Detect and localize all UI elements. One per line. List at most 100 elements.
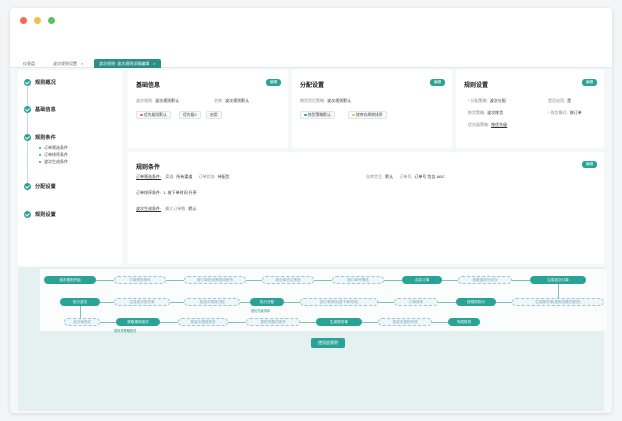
check-icon <box>24 211 31 218</box>
flow-node[interactable]: 完成拣货 <box>448 318 480 326</box>
tag-chip: 优先级别默认 <box>136 111 171 119</box>
flow-node[interactable]: 波次规则开始 <box>44 276 96 284</box>
picking-strategy-field: 拣货策略: 波次拣货 <box>468 110 504 115</box>
close-icon[interactable]: × <box>153 61 155 66</box>
edit-button[interactable]: 编辑 <box>582 161 597 168</box>
step-sidebar: 规则概况 基础信息 规则条件 订单筛选条件 订单排序条件 波次生成条件 分配设置… <box>18 70 122 266</box>
close-window-icon[interactable] <box>20 17 27 24</box>
tag-chip: 启用 <box>206 111 222 119</box>
step-overview[interactable]: 规则概况 <box>35 79 56 86</box>
flow-node[interactable]: 合并订单 <box>402 276 442 284</box>
flow-node[interactable]: 按订单状态筛选待配货 <box>184 276 246 284</box>
flow-node[interactable]: 按仓库货主筛选 <box>262 276 314 284</box>
tag-chip: 拣货策略默认 <box>300 111 335 119</box>
allocation-card: 分配设置 编辑 物资货位策略: 波次规则默认 拣货策略默认 按库存周转排序 <box>292 70 452 148</box>
basic-info-card: 基础信息 编辑 波次规则: 波次规则默认 名称: 波次规则默认 优先级别默认 优先级… <box>128 70 288 148</box>
flow-arrow <box>166 280 184 281</box>
step-basic-info[interactable]: 基础信息 <box>35 106 56 113</box>
flow-arrow <box>362 322 378 323</box>
check-icon <box>24 134 31 141</box>
tab-dashboard[interactable]: 仪表盘 <box>18 59 40 68</box>
tab-label: 波次规则设置 <box>53 61 77 66</box>
card-title: 基础信息 <box>136 83 161 89</box>
minimize-window-icon[interactable] <box>34 17 41 24</box>
step-rule-settings[interactable]: 规则设置 <box>35 211 56 218</box>
app-window: 仪表盘 波次规则设置 × 波次规则: 波次规则详情编辑 × 规则概况 基础信息 规则… <box>10 8 612 413</box>
name-field: 名称: 波次规则默认 <box>214 98 250 103</box>
flow-arrow <box>432 322 448 323</box>
flow-node[interactable]: 执行波次 <box>60 298 100 306</box>
step-allocation[interactable]: 分配设置 <box>35 183 56 190</box>
order-sort-row: 订单排序条件: 1. 按下单时间 升序 <box>136 190 197 195</box>
flow-arrow <box>378 302 394 303</box>
rule-settings-card: 规则设置 编辑 * 分配策略: 波次分配 是否启用: 是 拣货策略: 波次拣货 * 拣… <box>456 70 604 148</box>
flow-node[interactable]: 生成波次拣货单 <box>114 298 170 306</box>
flow-node-note: 按优先级排序 <box>251 309 271 313</box>
flow-node[interactable]: 订单筛选条件 <box>114 276 166 284</box>
wave-generation-row: 波次生成条件: 最大订单数: 默认 <box>136 206 197 211</box>
substep-wave-generation[interactable]: 波次生成条件 <box>39 159 68 165</box>
card-title: 分配设置 <box>300 83 325 89</box>
edit-button[interactable]: 编辑 <box>266 79 281 86</box>
check-icon <box>24 106 31 113</box>
flow-node[interactable]: 波次单完成 <box>64 318 100 326</box>
flow-node[interactable]: 执行分配 <box>250 298 284 306</box>
flow-node[interactable]: 获取规则波次 <box>116 318 160 326</box>
flow-arrow <box>96 280 114 281</box>
flow-arrow <box>246 280 262 281</box>
conditions-card: 规则条件 编辑 订单筛选条件: 渠道: 所有渠道 订单状态: 待配货 仓库货主: 默认… <box>128 152 604 264</box>
maximize-window-icon[interactable] <box>48 17 55 24</box>
check-icon <box>24 183 31 190</box>
tag-chip: 优先级3 <box>179 111 201 119</box>
flow-arrow <box>100 322 116 323</box>
flow-arrow <box>384 280 402 281</box>
flow-node[interactable]: 按波次规则拣货 <box>178 318 228 326</box>
priority-strategy-field: 优先级策略: 按优先级 <box>468 122 508 127</box>
order-filter-row: 订单筛选条件: 渠道: 所有渠道 订单状态: 待配货 <box>136 174 230 179</box>
use-rule-button[interactable]: 使用此规则 <box>311 338 345 348</box>
flow-node[interactable]: 按拣货模式拣货 <box>246 318 300 326</box>
flow-node[interactable]: 按规则拆分 <box>456 298 496 306</box>
card-title: 规则设置 <box>464 83 489 89</box>
check-icon <box>24 79 31 86</box>
flow-node[interactable]: 按波次规则完成 <box>378 318 432 326</box>
edit-button[interactable]: 编辑 <box>430 79 445 86</box>
flow-arrow <box>442 280 458 281</box>
allocation-strategy-field: * 分配策略: 波次分配 <box>468 98 506 103</box>
order-filter-row-right: 仓库货主: 默认 订单号: 订单号 包含 ABC <box>366 174 445 179</box>
flow-arrow <box>284 302 300 303</box>
flow-node[interactable]: 按订单排序(按下单时间) <box>300 298 378 306</box>
flow-arrow <box>438 302 456 303</box>
tab-wave-rules[interactable]: 波次规则设置 × <box>48 59 88 68</box>
edit-button[interactable]: 编辑 <box>582 79 597 86</box>
location-strategy-field: 物资货位策略: 波次规则默认 <box>300 98 352 103</box>
wave-rule-field: 波次规则: 波次规则默认 <box>136 98 180 103</box>
flow-node[interactable]: 订单排序 <box>394 298 438 306</box>
flow-node[interactable]: 按渠道拆分波次 <box>458 276 512 284</box>
flow-arrow <box>240 302 250 303</box>
flow-node[interactable]: 按波次规则分配 <box>184 298 240 306</box>
flow-node[interactable]: 生成拣货单(按拣货模式拣货) <box>512 298 604 306</box>
flow-connector <box>80 306 81 318</box>
flow-node[interactable]: 生成拣货单 <box>316 318 362 326</box>
tab-wave-rule-detail[interactable]: 波次规则: 波次规则详情编辑 × <box>94 59 161 68</box>
title-bar <box>10 8 612 46</box>
substep-order-sort[interactable]: 订单排序条件 <box>39 152 68 158</box>
step-rule-conditions[interactable]: 规则条件 <box>35 134 56 141</box>
flow-node[interactable]: 生成波次订单 <box>530 276 586 284</box>
flow-connector <box>558 284 559 298</box>
flow-arrow <box>170 302 184 303</box>
tab-label: 仪表盘 <box>23 61 35 66</box>
substep-order-filter[interactable]: 订单筛选条件 <box>39 145 68 151</box>
flow-arrow <box>300 322 316 323</box>
flow-arrow <box>160 322 178 323</box>
flow-arrow <box>100 302 114 303</box>
tab-label: 波次规则: 波次规则详情编辑 <box>99 61 150 66</box>
flow-node[interactable]: 按订单号筛选 <box>332 276 384 284</box>
tab-bar: 仪表盘 波次规则设置 × 波次规则: 波次规则详情编辑 × <box>10 46 612 68</box>
close-icon[interactable]: × <box>81 61 83 66</box>
flow-node-note: 按拣货策略拣货 <box>114 329 137 333</box>
enabled-field: 是否启用: 是 <box>548 98 572 103</box>
flow-arrow <box>314 280 332 281</box>
picking-mode-field: * 拣货模式: 按订单 <box>548 110 582 115</box>
